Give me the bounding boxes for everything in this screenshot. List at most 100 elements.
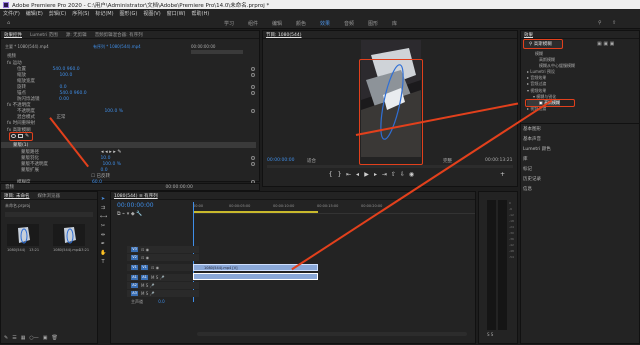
tab-sequence[interactable]: 1080(544) ≡ 有序列	[114, 193, 158, 199]
project-item-thumbnail[interactable]	[53, 224, 85, 246]
type-tool-icon[interactable]: T	[100, 259, 106, 265]
effects-filter-icons[interactable]: ▣ ▣ ▣	[597, 41, 614, 47]
workspace-libraries[interactable]: 库	[392, 20, 397, 27]
fit-dropdown[interactable]: 适合	[307, 158, 316, 164]
timeline-ruler[interactable]: 00:00 00:00:05:00 00:00:10:00 00:00:15:0…	[193, 202, 475, 214]
quality-dropdown[interactable]: 完整	[443, 158, 452, 164]
export-frame-icon[interactable]: ◉	[408, 172, 415, 178]
selection-tool-icon[interactable]: ➤	[100, 196, 106, 202]
section-history[interactable]: 历史记录	[523, 176, 541, 182]
menu-clip[interactable]: 剪辑(C)	[49, 10, 66, 17]
mini-timeline[interactable]	[191, 50, 243, 54]
tab-project[interactable]: 项目: 未命名	[4, 193, 29, 199]
mark-in-icon[interactable]: {	[327, 172, 334, 178]
menu-marker[interactable]: 标记(M)	[95, 10, 113, 17]
hand-tool-icon[interactable]: ✋	[100, 250, 106, 256]
reset-icon[interactable]	[251, 109, 255, 113]
divider	[521, 123, 639, 124]
reset-icon[interactable]	[251, 162, 255, 166]
reset-icon[interactable]	[251, 91, 255, 95]
tab-program[interactable]: 节目: 1080(544)	[266, 32, 302, 38]
menu-file[interactable]: 文件(F)	[3, 10, 20, 17]
home-icon[interactable]: ⌂	[7, 20, 10, 26]
reset-icon[interactable]	[251, 67, 255, 71]
menu-graphics[interactable]: 图形(G)	[120, 10, 138, 17]
list-view-icon[interactable]: ☰	[12, 335, 16, 341]
workspace-color[interactable]: 颜色	[296, 20, 306, 27]
section-lumetri-color[interactable]: Lumetri 颜色	[523, 146, 551, 152]
audio-clip[interactable]	[193, 273, 318, 280]
pencil-icon[interactable]: ✎	[4, 335, 8, 341]
track-select-tool-icon[interactable]: ⇉	[100, 205, 106, 211]
tab-source[interactable]: 源: 无剪辑	[66, 32, 87, 38]
program-timecode[interactable]: 00:00:00:00	[267, 158, 294, 163]
zoom-slider[interactable]: ○—	[29, 335, 38, 341]
timeline-tabs: 1080(544) ≡ 有序列	[111, 192, 475, 200]
track-a2[interactable]: A2 M S 🎤	[127, 282, 199, 289]
new-item-icon[interactable]: ▣	[43, 335, 48, 341]
go-to-in-icon[interactable]: ⇤	[345, 172, 352, 178]
slip-tool-icon[interactable]: ⇹	[100, 232, 106, 238]
share-icon[interactable]: ⇪	[612, 20, 616, 26]
project-item-thumbnail[interactable]	[7, 224, 39, 246]
sequence-path[interactable]: 有序列 * 1080(544).mp4	[93, 44, 141, 50]
section-essential-graphics[interactable]: 基本图形	[523, 126, 541, 132]
reset-icon[interactable]	[251, 85, 255, 89]
row-time-remap[interactable]: fx 时间重映射	[7, 120, 35, 126]
lift-icon[interactable]: ⇧	[390, 172, 397, 178]
razor-tool-icon[interactable]: ✂	[100, 223, 106, 229]
workspace-effects[interactable]: 效果	[320, 20, 330, 27]
timeline-tool-icons[interactable]: ⧉ ⌁ ▾ ◆ 🔧	[117, 211, 143, 217]
project-filename: 未命名.prproj	[5, 203, 31, 208]
timeline-timecode[interactable]: 00:00:00:00	[117, 202, 154, 209]
workspace-learn[interactable]: 学习	[224, 20, 234, 27]
clip-path[interactable]: 主要 * 1080(544).mp4	[5, 44, 49, 50]
pen-tool-icon[interactable]: ✒	[100, 241, 106, 247]
play-icon[interactable]: ▶	[363, 172, 370, 178]
menu-help[interactable]: 帮助(H)	[192, 10, 210, 17]
step-forward-icon[interactable]: ▸	[372, 172, 379, 178]
reset-icon[interactable]	[251, 156, 255, 160]
tab-media-browser[interactable]: 媒体浏览器	[37, 193, 60, 199]
project-search-input[interactable]	[5, 212, 93, 217]
section-essential-sound[interactable]: 基本声音	[523, 136, 541, 142]
workspace-graphics[interactable]: 图形	[368, 20, 378, 27]
tab-effects[interactable]: 效果	[524, 32, 533, 38]
workspace-editing[interactable]: 编辑	[272, 20, 282, 27]
ripple-edit-tool-icon[interactable]: ⟷	[100, 214, 107, 220]
reset-icon[interactable]	[251, 73, 255, 77]
track-v3[interactable]: V3 ⊡ ◉	[127, 246, 199, 253]
extract-icon[interactable]: ⇩	[399, 172, 406, 178]
master-track[interactable]: 主声道 0.0	[131, 299, 165, 305]
icon-view-icon[interactable]: ▦	[21, 335, 26, 341]
menu-window[interactable]: 窗口(W)	[167, 10, 186, 17]
track-v2[interactable]: V2 ⊡ ◉	[127, 254, 199, 261]
step-back-icon[interactable]: ◂	[354, 172, 361, 178]
track-a1[interactable]: A1 A1 M S 🎤	[127, 274, 199, 281]
menu-view[interactable]: 视图(V)	[143, 10, 160, 17]
project-footer-tools: ✎ ☰ ▦ ○— ▣ 🗑	[4, 335, 58, 341]
search-icon[interactable]: ⚲	[598, 20, 602, 26]
tab-audio-mixer[interactable]: 音频剪辑混合器: 有序列	[95, 32, 143, 38]
go-to-out-icon[interactable]: ⇥	[381, 172, 388, 178]
add-button-icon[interactable]: +	[499, 172, 506, 178]
section-info[interactable]: 信息	[523, 186, 532, 192]
track-a3[interactable]: A3 M S 🎤	[127, 290, 199, 297]
work-area-bar[interactable]	[193, 211, 318, 213]
tab-effect-controls[interactable]: 效果控件	[4, 32, 22, 38]
track-v1[interactable]: V1 V1 ⊡ ◉	[127, 264, 199, 271]
trash-icon[interactable]: 🗑	[52, 335, 58, 341]
menu-edit[interactable]: 编辑(E)	[26, 10, 43, 17]
mask-row[interactable]: 蒙版(1)	[1, 142, 256, 148]
section-markers[interactable]: 标记	[523, 166, 532, 172]
tab-lumetri-scopes[interactable]: Lumetri 范围	[30, 32, 58, 38]
mark-out-icon[interactable]: }	[336, 172, 343, 178]
section-libraries[interactable]: 库	[523, 156, 528, 162]
workspace-audio[interactable]: 音频	[344, 20, 354, 27]
solo-buttons[interactable]: S S	[487, 332, 493, 337]
timeline-scrollbar[interactable]	[197, 332, 467, 336]
ruler-label: 00:00:20:00	[361, 204, 383, 208]
menu-sequence[interactable]: 序列(S)	[72, 10, 89, 17]
program-scrubber[interactable]	[267, 165, 513, 168]
workspace-assembly[interactable]: 组件	[248, 20, 258, 27]
